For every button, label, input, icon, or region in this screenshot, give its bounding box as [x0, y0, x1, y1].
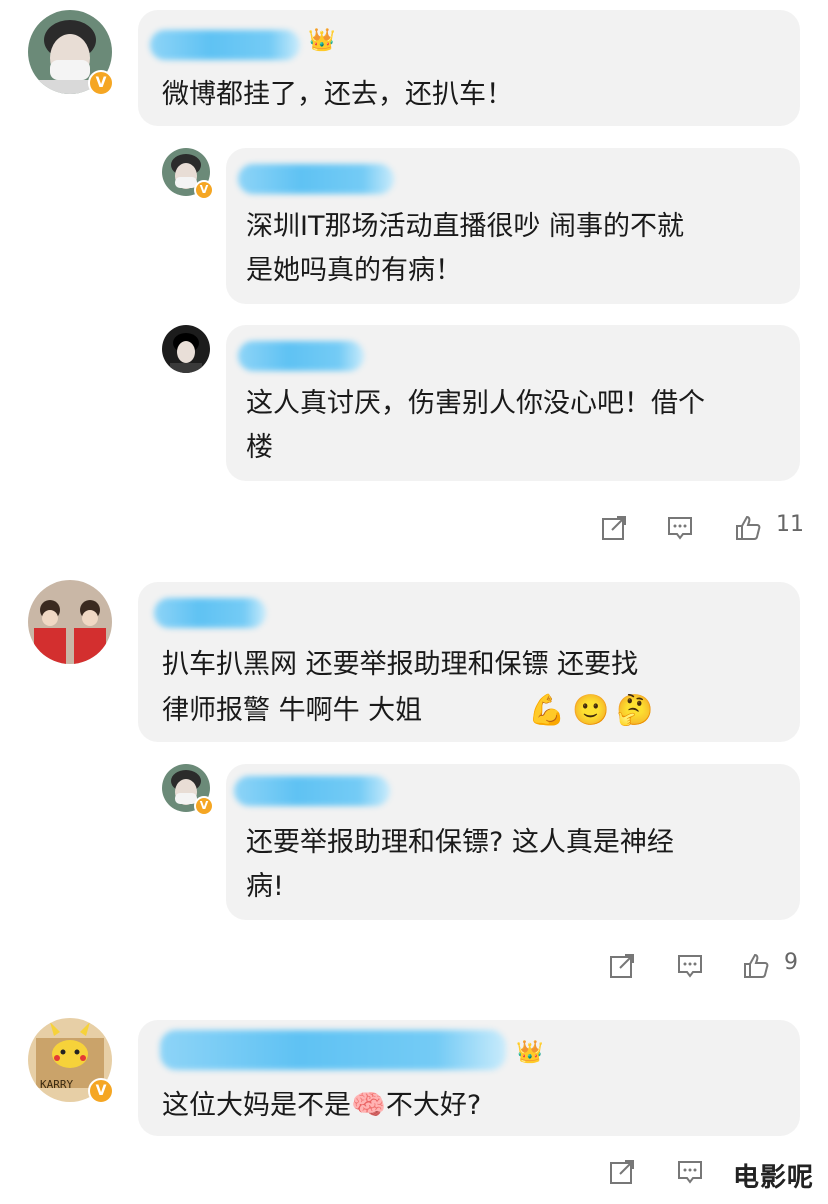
action-bar: 9 — [604, 946, 816, 986]
comment-text: 这位大妈是不是🧠不大好? — [162, 1082, 481, 1129]
like-icon[interactable] — [734, 514, 762, 542]
avatar[interactable]: KARRY V — [28, 1018, 114, 1104]
username-redacted[interactable] — [238, 164, 394, 194]
like-icon[interactable] — [742, 952, 770, 980]
crown-badge-icon: 👑 — [516, 1040, 544, 1065]
avatar[interactable]: V — [162, 148, 214, 200]
crown-badge-icon: 👑 — [308, 28, 336, 53]
comment-text: 扒车扒黑网 还要举报助理和保镖 还要找 — [162, 649, 639, 680]
comment-text: 微博都挂了，还去，还扒车！ — [162, 79, 513, 110]
reply-text: 还要举报助理和保镖? 这人真是神经 — [246, 827, 674, 858]
comment-icon[interactable] — [676, 952, 704, 980]
reply-bubble[interactable]: 这人真讨厌，伤害别人你没心吧！借个 楼 — [226, 325, 800, 481]
verified-badge-icon: V — [194, 180, 214, 200]
username-redacted[interactable] — [160, 1030, 506, 1070]
thinking-face-emoji: 🤔 — [616, 693, 654, 728]
reply-text: 楼 — [246, 432, 273, 463]
comment-text-part: 这位大妈是不是 — [162, 1090, 351, 1121]
reply-text: 病! — [246, 871, 284, 902]
avatar-text: KARRY — [40, 1078, 74, 1091]
verified-badge-icon: V — [88, 1078, 114, 1104]
comment-text-part: 不大好? — [385, 1090, 482, 1121]
username-redacted[interactable] — [150, 30, 300, 60]
share-icon[interactable] — [608, 1158, 636, 1186]
avatar[interactable]: V — [28, 10, 114, 96]
brain-emoji: 🧠 — [351, 1088, 386, 1121]
reply-text: 深圳IT那场活动直播很吵 闹事的不就 — [246, 211, 685, 242]
username-redacted[interactable] — [234, 776, 390, 806]
action-bar — [604, 1152, 724, 1192]
smiling-face-emoji: 🙂 — [572, 693, 610, 728]
share-icon[interactable] — [608, 952, 636, 980]
reply-text: 这人真讨厌，伤害别人你没心吧！借个 — [246, 388, 705, 419]
action-bar: 11 — [596, 508, 816, 548]
comment-icon[interactable] — [676, 1158, 704, 1186]
reply-bubble[interactable]: 深圳IT那场活动直播很吵 闹事的不就 是她吗真的有病！ — [226, 148, 800, 304]
comment-bubble[interactable]: 👑 微博都挂了，还去，还扒车！ — [138, 10, 800, 126]
flexed-biceps-emoji: 💪 — [528, 693, 566, 728]
share-icon[interactable] — [600, 514, 628, 542]
like-count: 9 — [784, 950, 798, 975]
username-redacted[interactable] — [238, 341, 364, 371]
comment-bubble[interactable]: 扒车扒黑网 还要举报助理和保镖 还要找 律师报警 牛啊牛 大姐 💪 🙂 🤔 — [138, 582, 800, 742]
reply-text: 是她吗真的有病！ — [246, 255, 462, 286]
watermark: 电影呢 — [732, 1163, 814, 1193]
comment-icon[interactable] — [666, 514, 694, 542]
like-count: 11 — [776, 512, 804, 537]
avatar[interactable]: V — [162, 764, 214, 816]
username-redacted[interactable] — [154, 598, 266, 628]
verified-badge-icon: V — [88, 70, 114, 96]
verified-badge-icon: V — [194, 796, 214, 816]
comment-bubble[interactable]: 👑 这位大妈是不是🧠不大好? — [138, 1020, 800, 1136]
avatar[interactable] — [28, 580, 112, 664]
avatar[interactable] — [162, 325, 210, 373]
reply-bubble[interactable]: 还要举报助理和保镖? 这人真是神经 病! — [226, 764, 800, 920]
comment-text: 律师报警 牛啊牛 大姐 — [162, 695, 423, 726]
